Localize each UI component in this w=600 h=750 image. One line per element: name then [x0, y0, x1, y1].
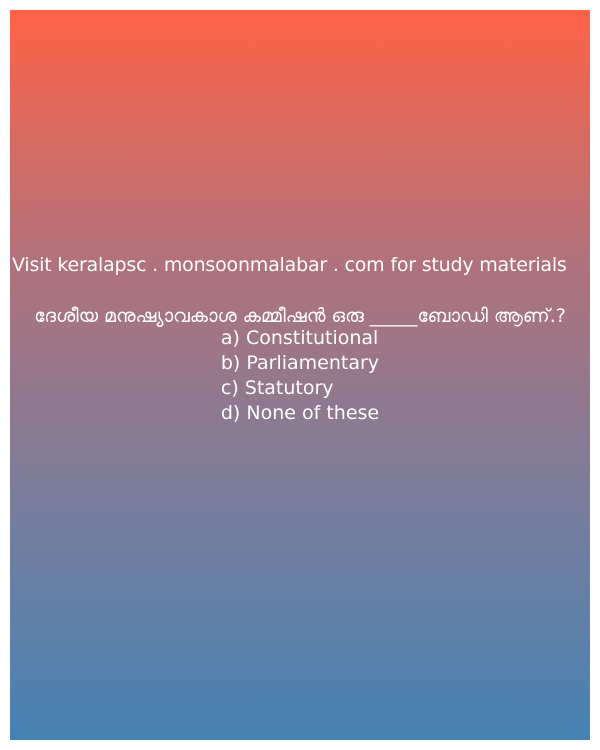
option-d: d) None of these	[220, 402, 380, 424]
option-c: c) Statutory	[220, 377, 334, 399]
question-text: ദേശീയ മനുഷ്യാവകാശ കമ്മീഷൻ ഒരു _____ബോഡി …	[34, 305, 566, 327]
promo-text: Visit keralapsc . monsoonmalabar . com f…	[12, 254, 567, 276]
option-a: a) Constitutional	[220, 327, 379, 349]
option-b: b) Parliamentary	[220, 352, 380, 374]
options-list: a) Constitutional b) Parliamentary c) St…	[221, 326, 379, 426]
quiz-content: Visit keralapsc . monsoonmalabar . com f…	[10, 253, 590, 426]
quiz-card: Visit keralapsc . monsoonmalabar . com f…	[10, 10, 590, 740]
